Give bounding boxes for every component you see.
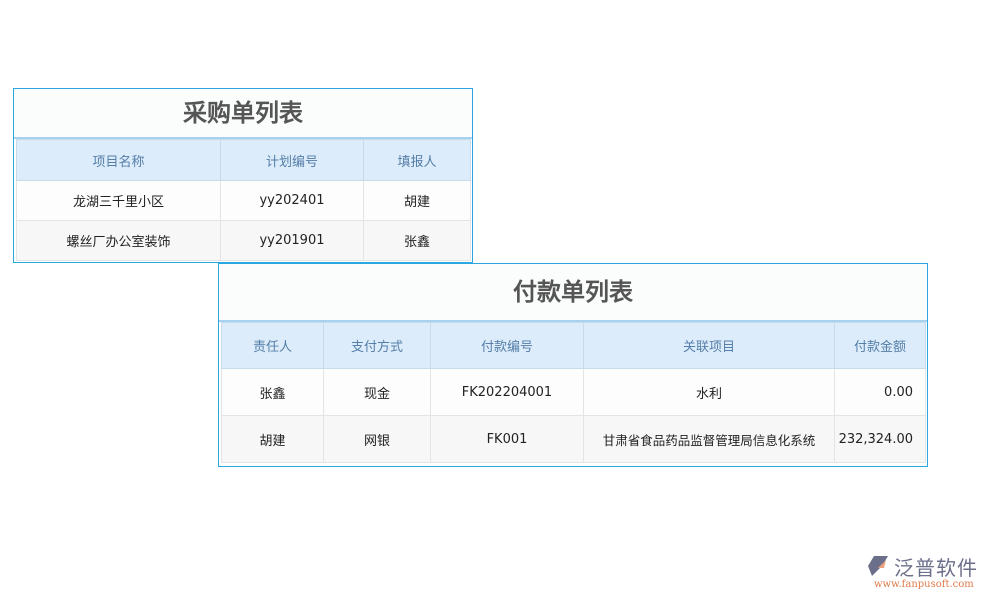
column-header: 责任人 bbox=[222, 323, 324, 369]
table-cell: 胡建 bbox=[364, 181, 471, 221]
table-cell: 张鑫 bbox=[222, 369, 324, 416]
table-cell: 甘肃省食品药品监督管理局信息化系统 bbox=[584, 416, 835, 463]
table-cell: 螺丝厂办公室装饰 bbox=[17, 221, 221, 261]
payment-list-panel: 付款单列表 责任人 支付方式 付款编号 关联项目 付款金额 张鑫 现金 FK20… bbox=[218, 263, 928, 467]
table-cell: 水利 bbox=[584, 369, 835, 416]
table-row[interactable]: 龙湖三千里小区 yy202401 胡建 bbox=[17, 181, 471, 221]
column-header: 关联项目 bbox=[584, 323, 835, 369]
table-row[interactable]: 螺丝厂办公室装饰 yy201901 张鑫 bbox=[17, 221, 471, 261]
table-cell: 现金 bbox=[324, 369, 431, 416]
logo-url: www.fanpusoft.com bbox=[874, 579, 974, 590]
column-header: 填报人 bbox=[364, 140, 471, 181]
purchase-list-panel: 采购单列表 项目名称 计划编号 填报人 龙湖三千里小区 yy202401 胡建 … bbox=[13, 88, 473, 263]
purchase-table: 项目名称 计划编号 填报人 龙湖三千里小区 yy202401 胡建 螺丝厂办公室… bbox=[16, 139, 471, 261]
payment-list-title: 付款单列表 bbox=[219, 264, 927, 322]
table-cell: 胡建 bbox=[222, 416, 324, 463]
purchase-list-title: 采购单列表 bbox=[14, 89, 472, 139]
table-cell: 网银 bbox=[324, 416, 431, 463]
logo-name: 泛普软件 bbox=[894, 552, 978, 581]
column-header: 付款编号 bbox=[431, 323, 584, 369]
table-row[interactable]: 胡建 网银 FK001 甘肃省食品药品监督管理局信息化系统 232,324.00 bbox=[222, 416, 926, 463]
payment-table: 责任人 支付方式 付款编号 关联项目 付款金额 张鑫 现金 FK20220400… bbox=[221, 322, 926, 463]
table-cell: 0.00 bbox=[835, 369, 926, 416]
table-row[interactable]: 张鑫 现金 FK202204001 水利 0.00 bbox=[222, 369, 926, 416]
table-cell: 张鑫 bbox=[364, 221, 471, 261]
column-header: 付款金额 bbox=[835, 323, 926, 369]
column-header: 支付方式 bbox=[324, 323, 431, 369]
table-cell: FK202204001 bbox=[431, 369, 584, 416]
table-cell: yy202401 bbox=[221, 181, 364, 221]
column-header: 项目名称 bbox=[17, 140, 221, 181]
table-cell: FK001 bbox=[431, 416, 584, 463]
column-header: 计划编号 bbox=[221, 140, 364, 181]
table-cell: 232,324.00 bbox=[835, 416, 926, 463]
table-cell: 龙湖三千里小区 bbox=[17, 181, 221, 221]
logo-mark-icon bbox=[868, 554, 892, 578]
table-cell: yy201901 bbox=[221, 221, 364, 261]
